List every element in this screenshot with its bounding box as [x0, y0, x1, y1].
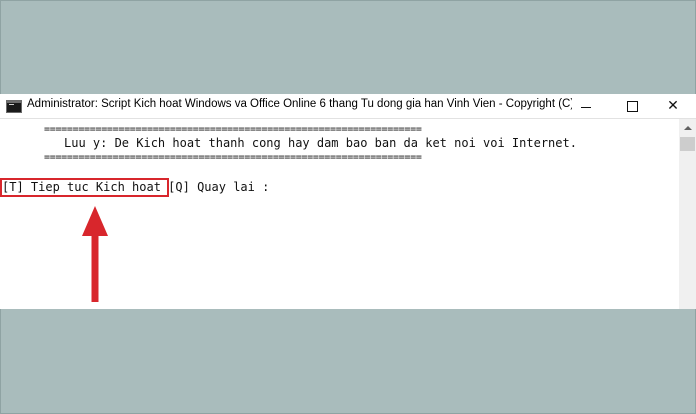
maximize-icon [626, 100, 638, 112]
separator-line-bottom: ========================================… [44, 152, 422, 163]
window-title: Administrator: Script Kich hoat Windows … [27, 98, 572, 110]
separator-line-top: ========================================… [44, 124, 422, 135]
internet-note: Luu y: De Kich hoat thanh cong hay dam b… [64, 136, 577, 150]
scroll-up-button[interactable] [679, 119, 696, 136]
close-icon: ✕ [667, 98, 679, 114]
minimize-button[interactable] [563, 94, 609, 118]
minimize-icon [581, 106, 591, 108]
console-icon [6, 100, 22, 113]
highlight-box [0, 178, 169, 197]
maximize-button[interactable] [609, 94, 655, 118]
vertical-scrollbar[interactable] [679, 119, 696, 309]
up-arrow-icon [82, 206, 108, 302]
close-button[interactable]: ✕ [650, 94, 696, 118]
scroll-thumb[interactable] [680, 137, 695, 151]
title-bar[interactable]: Administrator: Script Kich hoat Windows … [0, 94, 696, 119]
triangle-up-icon [683, 125, 692, 130]
